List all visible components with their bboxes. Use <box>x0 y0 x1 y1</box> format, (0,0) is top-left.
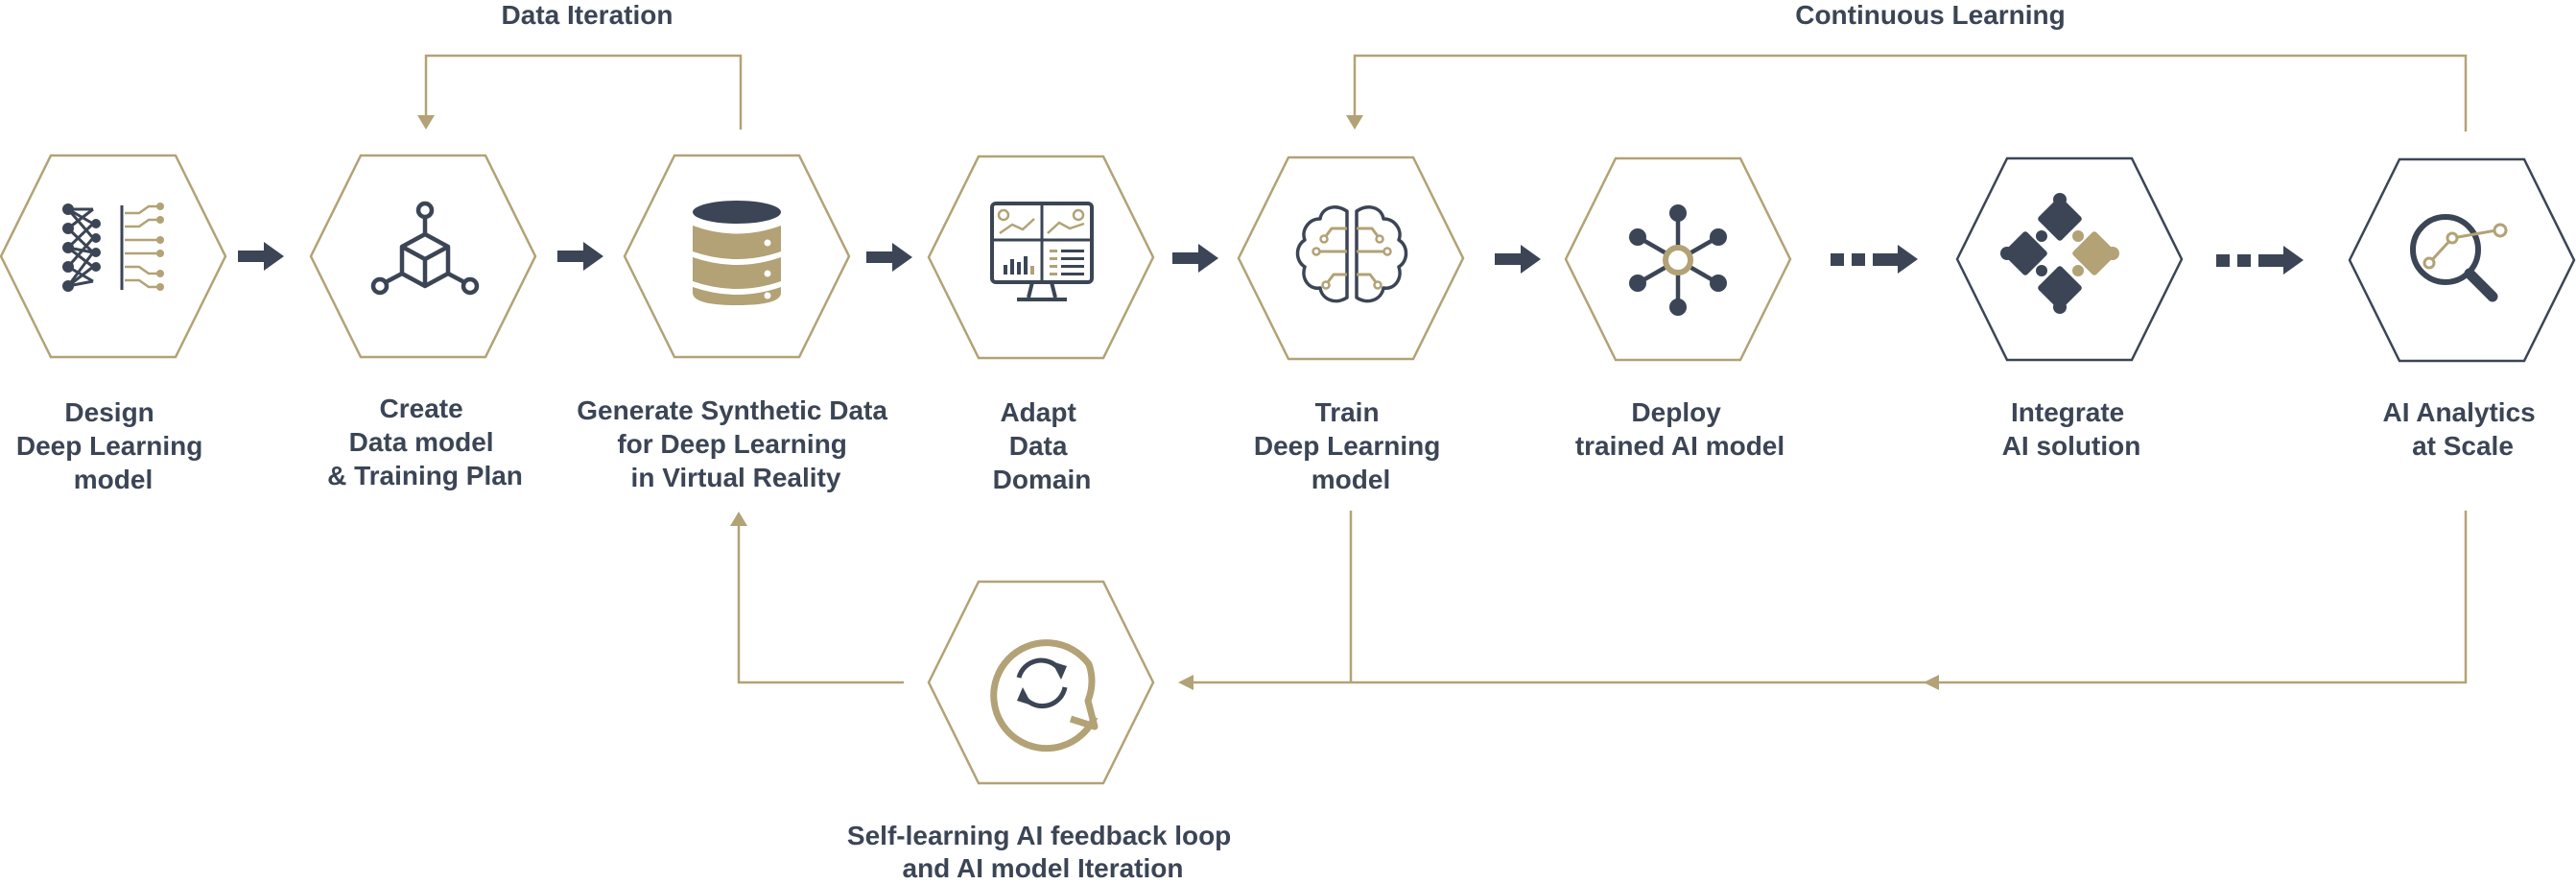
workflow-diagram: Data Iteration Continuous Learning Desig… <box>0 0 2576 883</box>
continuous-learning-label: Continuous Learning <box>1795 0 2066 30</box>
arrow-create-generate <box>557 242 603 271</box>
feedback-label: Self-learning AI feedback loop and AI mo… <box>847 821 1239 883</box>
arrow-deploy-integrate <box>1831 245 1918 274</box>
hexagon-design <box>0 154 227 359</box>
step-label-create: Create Data model & Training Plan <box>327 394 523 490</box>
feedback-arrowhead-mid <box>1924 675 1939 690</box>
step-label-integrate: Integrate AI solution <box>2002 397 2141 461</box>
step-label-generate: Generate Synthetic Data for Deep Learnin… <box>577 395 894 492</box>
hexagon-train <box>1237 155 1465 361</box>
arrow-adapt-train <box>1172 244 1218 273</box>
arrow-design-create <box>238 242 284 271</box>
step-label-adapt: Adapt Data Domain <box>993 397 1092 494</box>
hexagon-feedback <box>927 580 1155 785</box>
data-iteration-arrowhead <box>417 115 435 130</box>
step-label-train: Train Deep Learning model <box>1254 397 1448 494</box>
arrow-train-deploy <box>1495 245 1541 274</box>
feedback-arrowhead-up <box>730 512 747 526</box>
feedback-arrowhead-left <box>1178 675 1193 690</box>
step-label-design: Design Deep Learning model <box>16 397 210 494</box>
hexagon-analytics <box>2348 157 2576 363</box>
continuous-learning-connector <box>1353 54 2468 131</box>
hexagon-integrate <box>1955 156 2184 362</box>
data-iteration-connector <box>424 54 743 130</box>
arrow-generate-adapt <box>866 243 912 272</box>
continuous-learning-arrowhead <box>1346 115 1363 130</box>
data-iteration-label: Data Iteration <box>502 0 674 30</box>
step-label-analytics: AI Analytics at Scale <box>2382 397 2542 461</box>
step-label-deploy: Deploy trained AI model <box>1575 397 1784 461</box>
arrow-integrate-analytics <box>2216 246 2304 275</box>
